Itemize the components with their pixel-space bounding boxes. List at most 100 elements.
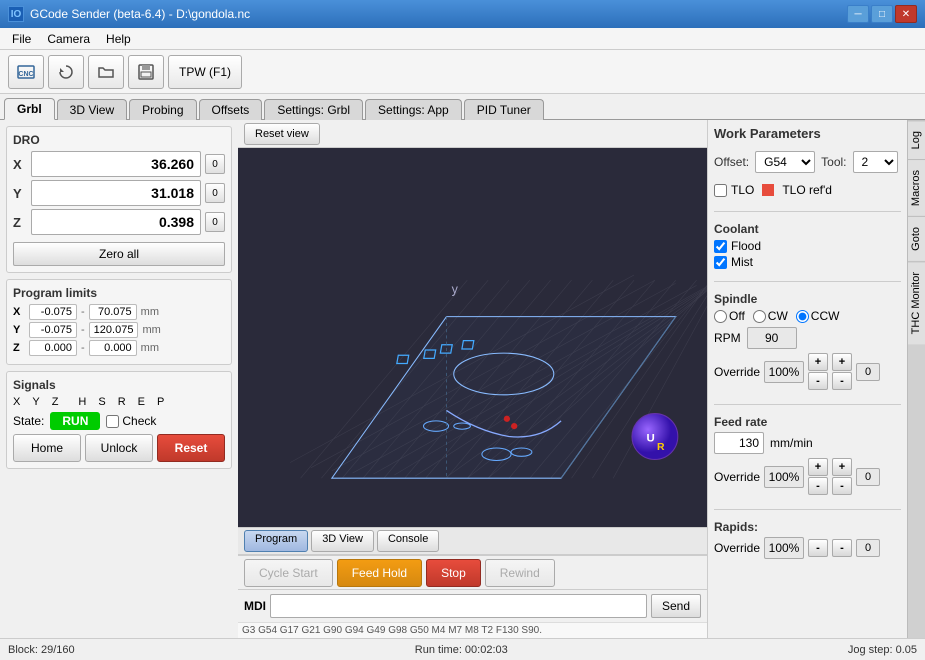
limits-x-max: 70.075 xyxy=(89,304,137,320)
view-sub-toolbar: Reset view xyxy=(238,120,707,148)
feed-override-step-up[interactable]: + xyxy=(832,458,852,476)
feed-hold-button[interactable]: Feed Hold xyxy=(337,559,422,587)
rapids-override-label: Override xyxy=(714,541,760,555)
menu-help[interactable]: Help xyxy=(98,30,139,48)
dro-title: DRO xyxy=(13,133,225,147)
feed-override-zero[interactable]: 0 xyxy=(856,468,880,486)
cnc-button[interactable]: CNC xyxy=(8,55,44,89)
reset-view-button[interactable]: Reset view xyxy=(244,123,320,145)
dro-y-row: Y 31.018 0 xyxy=(13,180,225,206)
menu-camera[interactable]: Camera xyxy=(39,30,98,48)
rapids-override-minus[interactable]: - xyxy=(808,539,828,557)
limits-x-min: -0.075 xyxy=(29,304,77,320)
minimize-button[interactable]: ─ xyxy=(847,5,869,23)
rpm-row: RPM 90 xyxy=(714,327,901,349)
3dview-tab[interactable]: 3D View xyxy=(311,530,374,552)
offset-row: Offset: G54 Tool: 2 xyxy=(714,151,901,173)
feed-rate-input[interactable] xyxy=(714,432,764,454)
rapids-override-zero[interactable]: 0 xyxy=(856,539,880,557)
feed-override-row: Override 100% + - + - 0 xyxy=(714,458,901,495)
unlock-button[interactable]: Unlock xyxy=(85,434,153,462)
tab-settings-grbl[interactable]: Settings: Grbl xyxy=(264,99,363,120)
tlo-checkbox[interactable] xyxy=(714,184,727,197)
spindle-cw-option: CW xyxy=(753,309,788,323)
limits-y-label: Y xyxy=(13,324,25,336)
feed-val-row: mm/min xyxy=(714,432,901,454)
limits-z-row: Z 0.000 - 0.000 mm xyxy=(13,340,225,356)
mdi-send-button[interactable]: Send xyxy=(651,594,701,618)
spindle-title: Spindle xyxy=(714,292,901,306)
mist-checkbox[interactable] xyxy=(714,256,727,269)
tab-3dview[interactable]: 3D View xyxy=(57,99,127,120)
feed-rate-section: Feed rate mm/min Override 100% + - + - 0 xyxy=(714,415,901,495)
close-button[interactable]: ✕ xyxy=(895,5,917,23)
spindle-override-step-up[interactable]: + xyxy=(832,353,852,371)
goto-tab[interactable]: Goto xyxy=(908,216,925,261)
spindle-ccw-radio[interactable] xyxy=(796,310,809,323)
feed-override-down[interactable]: - xyxy=(808,477,828,495)
home-button[interactable]: Home xyxy=(13,434,81,462)
reload-button[interactable] xyxy=(48,55,84,89)
dro-y-zero-button[interactable]: 0 xyxy=(205,183,225,203)
tab-settings-app[interactable]: Settings: App xyxy=(365,99,462,120)
reset-button[interactable]: Reset xyxy=(157,434,225,462)
tab-grbl[interactable]: Grbl xyxy=(4,98,55,120)
thc-monitor-tab[interactable]: THC Monitor xyxy=(908,261,925,344)
log-tab[interactable]: Log xyxy=(908,120,925,159)
open-button[interactable] xyxy=(88,55,124,89)
rewind-button[interactable]: Rewind xyxy=(485,559,555,587)
spindle-override-step-down[interactable]: - xyxy=(832,372,852,390)
save-button[interactable] xyxy=(128,55,164,89)
run-time: Run time: 00:02:03 xyxy=(415,644,508,656)
cycle-start-button[interactable]: Cycle Start xyxy=(244,559,333,587)
mdi-input[interactable] xyxy=(270,594,647,618)
stop-button[interactable]: Stop xyxy=(426,559,481,587)
program-limits-section: Program limits X -0.075 - 70.075 mm Y -0… xyxy=(6,279,232,365)
state-label: State: xyxy=(13,414,44,428)
limits-y-unit: mm xyxy=(142,324,160,336)
rpm-value[interactable]: 90 xyxy=(747,327,797,349)
dro-z-zero-button[interactable]: 0 xyxy=(205,212,225,232)
dro-x-label: X xyxy=(13,157,27,172)
spindle-cw-radio[interactable] xyxy=(753,310,766,323)
program-tab[interactable]: Program xyxy=(244,530,308,552)
rapids-override-pct: 100% xyxy=(764,537,804,559)
spindle-ccw-option: CCW xyxy=(796,309,840,323)
mdi-row: MDI Send xyxy=(238,589,707,622)
signals-labels: X Y Z H S R E P xyxy=(13,396,225,408)
feed-override-step-down[interactable]: - xyxy=(832,477,852,495)
tool-select[interactable]: 2 xyxy=(853,151,898,173)
rapids-override-minus2[interactable]: - xyxy=(832,539,852,557)
dro-y-value: 31.018 xyxy=(31,180,201,206)
limits-y-min: -0.075 xyxy=(29,322,77,338)
menu-file[interactable]: File xyxy=(4,30,39,48)
tpw-button[interactable]: TPW (F1) xyxy=(168,55,242,89)
spindle-override-label: Override xyxy=(714,365,760,379)
tlo-refd-label: TLO ref'd xyxy=(782,183,832,197)
check-label: Check xyxy=(106,414,156,428)
tab-offsets[interactable]: Offsets xyxy=(199,99,263,120)
spindle-override-down[interactable]: - xyxy=(808,372,828,390)
console-tab[interactable]: Console xyxy=(377,530,439,552)
tab-probing[interactable]: Probing xyxy=(129,99,196,120)
macros-tab[interactable]: Macros xyxy=(908,159,925,216)
spindle-override-zero[interactable]: 0 xyxy=(856,363,880,381)
limits-z-min: 0.000 xyxy=(29,340,77,356)
limits-z-label: Z xyxy=(13,342,25,354)
mist-label: Mist xyxy=(731,255,753,269)
tab-pid-tuner[interactable]: PID Tuner xyxy=(464,99,544,120)
action-buttons: Home Unlock Reset xyxy=(13,434,225,462)
offset-select[interactable]: G54 xyxy=(755,151,815,173)
divider-4 xyxy=(714,509,901,510)
spindle-override-up[interactable]: + xyxy=(808,353,828,371)
spindle-off-radio[interactable] xyxy=(714,310,727,323)
flood-checkbox[interactable] xyxy=(714,240,727,253)
dro-x-zero-button[interactable]: 0 xyxy=(205,154,225,174)
dro-x-value: 36.260 xyxy=(31,151,201,177)
feed-override-up[interactable]: + xyxy=(808,458,828,476)
signal-s: S xyxy=(98,396,105,408)
zero-all-button[interactable]: Zero all xyxy=(13,242,225,266)
check-checkbox[interactable] xyxy=(106,415,119,428)
maximize-button[interactable]: □ xyxy=(871,5,893,23)
limits-y-max: 120.075 xyxy=(89,322,139,338)
